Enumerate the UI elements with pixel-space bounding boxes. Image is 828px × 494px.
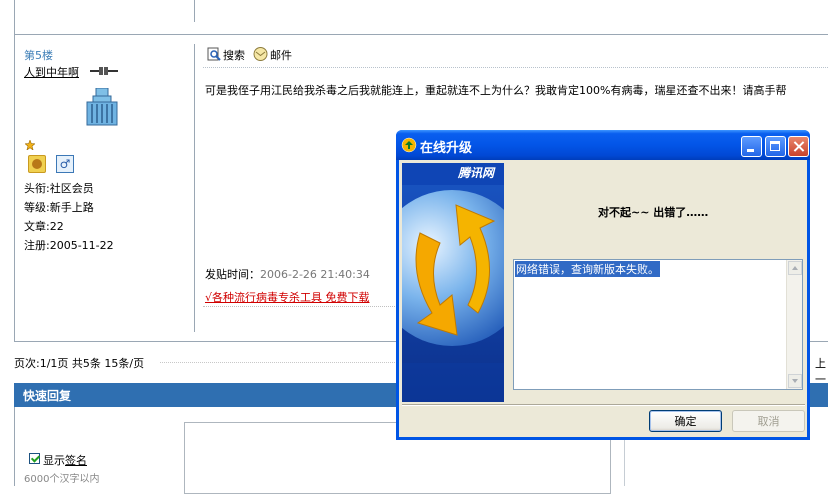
- user-avatar-icon: [86, 88, 118, 126]
- dialog-button-separator: [402, 404, 805, 406]
- show-signature-checkbox[interactable]: [29, 453, 40, 464]
- error-box-scrollbar[interactable]: [786, 260, 802, 389]
- post-time: 发贴时间：2006-2-26 21:40:34: [205, 266, 370, 282]
- minimize-button[interactable]: [741, 136, 762, 157]
- author-register-value: 2005-11-22: [49, 239, 114, 252]
- previous-post-area: [14, 0, 828, 35]
- antivirus-ad-link[interactable]: √各种流行病毒专杀工具 免费下载: [205, 289, 370, 305]
- author-username[interactable]: 人到中年啊: [24, 64, 79, 80]
- search-link[interactable]: 搜索: [223, 47, 245, 63]
- post-time-value: 2006-2-26 21:40:34: [260, 268, 370, 281]
- banner-logo-text: 腾讯网: [458, 166, 495, 180]
- quick-reply-title: 快速回复: [23, 389, 72, 403]
- author-level-value: 新手上路: [49, 201, 94, 214]
- cancel-button[interactable]: 取消: [732, 410, 805, 432]
- author-articles-label: 文章:: [24, 220, 50, 233]
- author-articles-row: 文章:22: [24, 218, 64, 234]
- ok-button[interactable]: 确定: [649, 410, 722, 432]
- error-title: 对不起~~ 出错了……: [598, 206, 709, 219]
- pagination-divider: [160, 362, 395, 363]
- post-content: 可是我侄子用江民给我杀毒之后我就能连上，重起就连不上为什么？我敢肯定100%有病…: [205, 84, 787, 97]
- author-register-row: 注册:2005-11-22: [24, 237, 114, 253]
- author-title-value: 社区会员: [49, 182, 94, 195]
- dialog-title: 在线升级: [420, 141, 473, 156]
- post-time-label: 发贴时间：: [205, 268, 260, 281]
- author-title-row: 头衔:社区会员: [24, 180, 94, 196]
- signature-length-hint: 6000个汉字以内: [24, 474, 100, 485]
- author-level-label: 等级:: [24, 201, 50, 214]
- error-message-box[interactable]: [513, 259, 803, 390]
- post-floor-number: 第5楼: [24, 49, 53, 62]
- maximize-button[interactable]: [765, 136, 786, 157]
- author-register-label: 注册:: [24, 239, 50, 252]
- gender-male-icon: ♂: [56, 155, 74, 173]
- author-articles-value: 22: [49, 220, 64, 233]
- scroll-up-arrow-icon[interactable]: [788, 261, 802, 275]
- show-signature-label[interactable]: 显示签名: [43, 452, 87, 468]
- post-header-divider: [203, 67, 828, 68]
- scroll-down-arrow-icon[interactable]: [788, 374, 802, 388]
- update-app-icon: [401, 137, 417, 153]
- author-column-divider: [194, 44, 195, 332]
- error-message-text[interactable]: 网络错误，查询新版本失败。: [515, 261, 660, 277]
- status-face-icon: [28, 155, 46, 173]
- globe-banner-image: [402, 163, 504, 402]
- show-signature-link[interactable]: 签名: [65, 454, 87, 467]
- author-title-label: 头衔:: [24, 182, 50, 195]
- mail-link[interactable]: 邮件: [270, 47, 292, 63]
- pagination-info: 页次:1/1页 共5条 15条/页: [14, 357, 145, 370]
- mail-icon[interactable]: [253, 47, 268, 61]
- author-level-row: 等级:新手上路: [24, 199, 94, 215]
- rank-star-icon: [25, 140, 35, 150]
- column-divider: [194, 0, 195, 22]
- close-button[interactable]: [788, 136, 809, 157]
- show-signature-prefix: 显示: [43, 454, 65, 467]
- offline-plug-icon: [90, 67, 118, 75]
- search-icon[interactable]: [207, 47, 221, 61]
